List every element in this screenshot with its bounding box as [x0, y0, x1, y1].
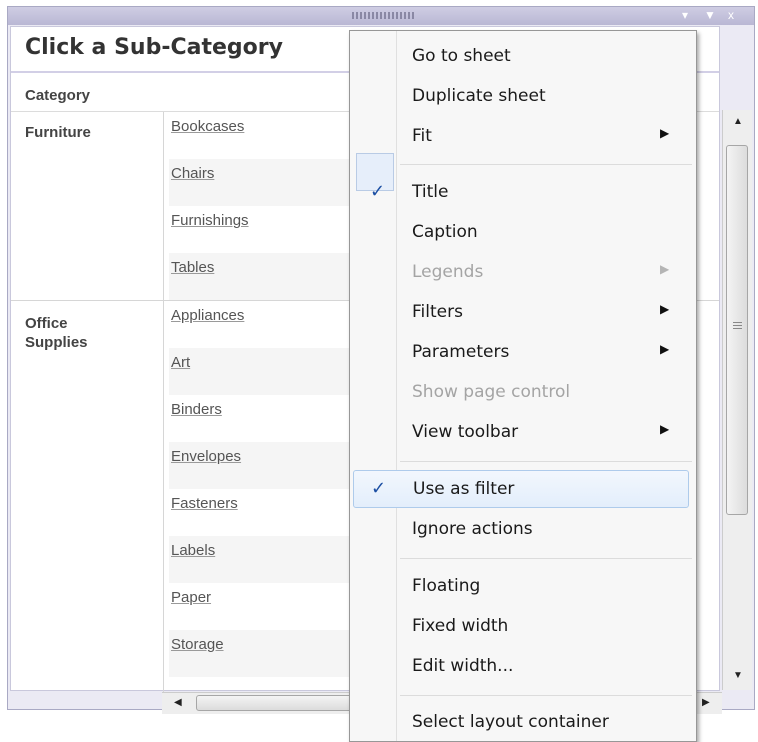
column-header-category: Category: [25, 87, 91, 104]
sheet-title: Click a Sub-Category: [25, 35, 283, 60]
menu-item-go-to-sheet[interactable]: Go to sheet: [350, 37, 696, 75]
menu-separator: [400, 558, 692, 559]
table-row[interactable]: Storage: [169, 630, 359, 677]
menu-item-view-toolbar[interactable]: View toolbar ▶: [350, 413, 696, 451]
table-row[interactable]: Chairs: [169, 159, 359, 206]
scroll-up-arrow-icon[interactable]: ▲: [733, 116, 743, 127]
table-row[interactable]: Envelopes: [169, 442, 359, 489]
scroll-left-arrow-icon[interactable]: ◀: [174, 697, 182, 708]
vertical-scrollbar[interactable]: ▲ ▼: [722, 110, 752, 690]
menu-item-fit[interactable]: Fit ▶: [350, 117, 696, 155]
menu-separator: [400, 461, 692, 462]
check-icon: ✓: [370, 181, 386, 202]
menu-item-label: Title: [412, 182, 449, 202]
subcategory-link[interactable]: Tables: [171, 259, 214, 276]
table-row[interactable]: Bookcases: [169, 112, 359, 159]
check-icon: ✓: [371, 478, 387, 499]
menu-item-label: Ignore actions: [412, 519, 533, 539]
category-furniture: Furniture: [25, 124, 91, 141]
menu-item-label: Select layout container: [412, 712, 609, 732]
column-separator: [163, 112, 164, 692]
subcategory-link[interactable]: Envelopes: [171, 448, 241, 465]
menu-item-label: Floating: [412, 576, 481, 596]
menu-item-filters[interactable]: Filters ▶: [350, 293, 696, 331]
menu-item-show-page-control: Show page control: [350, 373, 696, 411]
menu-separator: [400, 164, 692, 165]
subcategory-link[interactable]: Labels: [171, 542, 215, 559]
menu-item-edit-width[interactable]: Edit width...: [350, 647, 696, 685]
close-icon[interactable]: x: [728, 8, 734, 22]
menu-item-label: Fixed width: [412, 616, 509, 636]
menu-item-label: Fit: [412, 126, 432, 146]
filter-funnel-icon[interactable]: ▼: [704, 8, 716, 22]
vertical-scroll-thumb[interactable]: [726, 145, 748, 515]
submenu-arrow-icon: ▶: [660, 126, 670, 140]
submenu-arrow-icon: ▶: [660, 342, 670, 356]
subcategory-link[interactable]: Furnishings: [171, 212, 249, 229]
menu-item-label: Show page control: [412, 382, 571, 402]
dropdown-arrow-icon[interactable]: ▾: [682, 8, 688, 22]
menu-item-label: Edit width...: [412, 656, 514, 676]
table-row[interactable]: Binders: [169, 395, 359, 442]
category-office-supplies: Office Supplies: [25, 315, 88, 351]
table-row[interactable]: Appliances: [169, 301, 359, 348]
subcategory-link[interactable]: Fasteners: [171, 495, 238, 512]
subcategory-link[interactable]: Art: [171, 354, 190, 371]
submenu-arrow-icon: ▶: [660, 302, 670, 316]
table-row[interactable]: Labels: [169, 536, 359, 583]
subcategory-link[interactable]: Appliances: [171, 307, 244, 324]
menu-item-label: Filters: [412, 302, 463, 322]
submenu-arrow-icon: ▶: [660, 422, 670, 436]
thumb-grip-icon: [733, 322, 742, 330]
scroll-right-arrow-icon[interactable]: ▶: [702, 697, 710, 708]
menu-item-title[interactable]: ✓ Title: [350, 173, 696, 211]
menu-item-label: Parameters: [412, 342, 510, 362]
scroll-down-arrow-icon[interactable]: ▼: [733, 670, 743, 681]
table-row[interactable]: Art: [169, 348, 359, 395]
menu-item-label: Legends: [412, 262, 484, 282]
context-menu: Go to sheet Duplicate sheet Fit ▶ ✓ Title …: [349, 30, 697, 742]
menu-separator: [400, 695, 692, 696]
subcategory-link[interactable]: Bookcases: [171, 118, 244, 135]
horizontal-scroll-thumb[interactable]: [196, 695, 356, 711]
subcategory-link[interactable]: Binders: [171, 401, 222, 418]
menu-item-legends: Legends ▶: [350, 253, 696, 291]
menu-item-use-as-filter[interactable]: ✓ Use as filter: [353, 470, 689, 508]
menu-item-duplicate-sheet[interactable]: Duplicate sheet: [350, 77, 696, 115]
menu-item-label: Duplicate sheet: [412, 86, 546, 106]
drag-grip-icon[interactable]: [352, 12, 414, 19]
table-row[interactable]: Fasteners: [169, 489, 359, 536]
menu-item-parameters[interactable]: Parameters ▶: [350, 333, 696, 371]
submenu-arrow-icon: ▶: [660, 262, 670, 276]
table-row[interactable]: Paper: [169, 583, 359, 630]
menu-item-select-layout-container[interactable]: Select layout container: [350, 703, 696, 741]
subcategory-link[interactable]: Chairs: [171, 165, 214, 182]
menu-item-label: Use as filter: [413, 479, 515, 499]
menu-item-label: Caption: [412, 222, 478, 242]
menu-item-caption[interactable]: Caption: [350, 213, 696, 251]
menu-item-fixed-width[interactable]: Fixed width: [350, 607, 696, 645]
menu-item-ignore-actions[interactable]: Ignore actions: [350, 510, 696, 548]
subcategory-link[interactable]: Storage: [171, 636, 224, 653]
menu-item-label: View toolbar: [412, 422, 519, 442]
subcategory-link[interactable]: Paper: [171, 589, 211, 606]
menu-item-floating[interactable]: Floating: [350, 567, 696, 605]
table-row[interactable]: Tables: [169, 253, 359, 300]
table-row[interactable]: Furnishings: [169, 206, 359, 253]
menu-item-label: Go to sheet: [412, 46, 511, 66]
